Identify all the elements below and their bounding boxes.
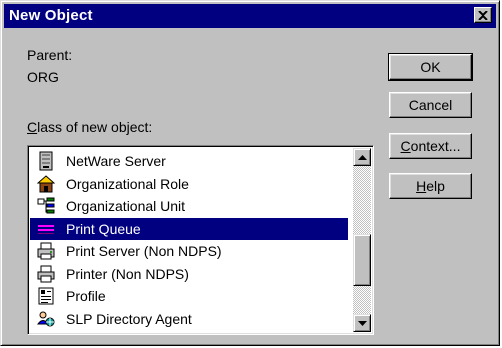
window-title: New Object xyxy=(9,7,93,24)
list-item[interactable]: Organizational Role xyxy=(30,173,348,196)
print-server-icon xyxy=(36,241,56,261)
list-item-label: NetWare Server xyxy=(66,153,166,170)
list-item[interactable]: Print Server (Non NDPS) xyxy=(30,240,348,263)
list-item-label: Printer (Non NDPS) xyxy=(66,265,189,282)
list-item-label: SLP Directory Agent xyxy=(66,310,192,327)
help-mnemonic: H xyxy=(416,178,427,194)
list-item[interactable]: Print Queue xyxy=(30,217,348,240)
server-icon xyxy=(36,151,56,171)
profile-icon xyxy=(36,286,56,306)
cancel-button[interactable]: Cancel xyxy=(389,92,472,118)
arrow-down-icon xyxy=(357,320,367,326)
scroll-up-button[interactable] xyxy=(353,148,371,166)
print-queue-icon xyxy=(36,219,56,239)
help-button[interactable]: Help xyxy=(389,173,472,199)
scroll-down-button[interactable] xyxy=(353,314,371,332)
list-item-label: Profile xyxy=(66,288,106,305)
list-item[interactable]: Profile xyxy=(30,285,348,308)
parent-label: Parent: xyxy=(27,47,73,63)
list-item-label: Organizational Unit xyxy=(66,198,186,215)
list-item-label: Print Server (Non NDPS) xyxy=(66,243,222,260)
list-item[interactable]: Printer (Non NDPS) xyxy=(30,263,348,286)
parent-value: ORG xyxy=(27,69,59,85)
class-list-label: Class of new object: xyxy=(27,119,152,135)
class-label-rest: lass of new object: xyxy=(37,119,153,135)
help-label-rest: elp xyxy=(426,178,445,194)
list-item[interactable]: Organizational Unit xyxy=(30,195,348,218)
list-item[interactable]: SLP Directory Agent xyxy=(30,308,348,331)
class-label-mnemonic: C xyxy=(27,119,38,135)
slp-directory-agent-icon xyxy=(36,309,56,329)
organizational-role-icon xyxy=(36,174,56,194)
context-mnemonic: C xyxy=(400,138,411,154)
printer-icon xyxy=(36,264,56,284)
context-label-rest: ontext... xyxy=(410,138,461,154)
context-button[interactable]: Context... xyxy=(389,133,472,159)
ok-button[interactable]: OK xyxy=(388,53,473,81)
title-bar[interactable]: New Object xyxy=(4,4,496,28)
arrow-up-icon xyxy=(357,154,367,160)
list-item[interactable]: NetWare Server xyxy=(30,150,348,173)
new-object-dialog: New Object Parent: ORG Class of new obje… xyxy=(0,0,500,346)
close-icon xyxy=(478,10,488,20)
list-item-label: Print Queue xyxy=(66,220,141,237)
list-item-label: Organizational Role xyxy=(66,175,189,192)
organizational-unit-icon xyxy=(36,196,56,216)
vertical-scrollbar[interactable] xyxy=(353,148,371,332)
class-of-new-object-list[interactable]: NetWare Server Organizational Role Organiz… xyxy=(27,145,374,335)
scroll-thumb[interactable] xyxy=(353,234,371,286)
close-button[interactable] xyxy=(474,7,492,23)
